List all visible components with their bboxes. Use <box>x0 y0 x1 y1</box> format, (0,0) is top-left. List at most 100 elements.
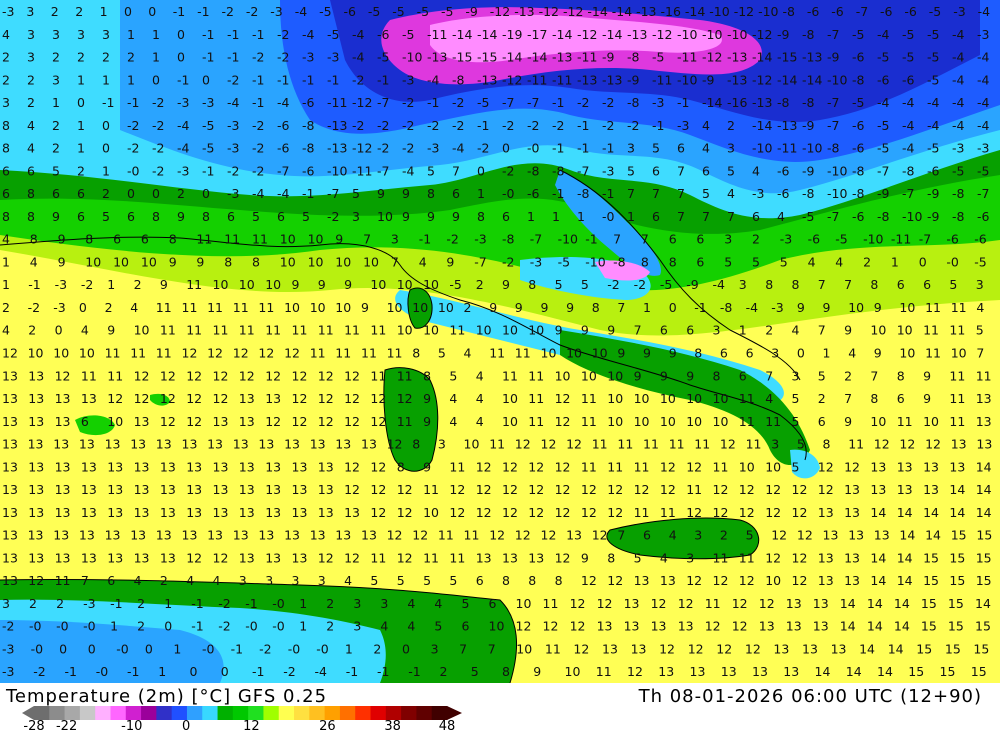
grid-value: 13 <box>134 482 150 497</box>
grid-value: 8 <box>765 277 773 292</box>
grid-value: 13 <box>28 528 44 543</box>
grid-value: 13 <box>81 505 97 520</box>
grid-value: 10 <box>607 391 623 406</box>
grid-value: 8 <box>870 391 878 406</box>
grid-value: -8 <box>627 95 640 110</box>
grid-value: 12 <box>292 414 308 429</box>
grid-value: -11 <box>891 232 911 247</box>
grid-value: 4 <box>449 414 457 429</box>
grid-value: -5 <box>441 4 453 19</box>
grid-value: 4 <box>407 596 415 611</box>
grid-value: 13 <box>284 437 300 452</box>
grid-value: -3 <box>177 163 189 178</box>
grid-value: 3 <box>724 232 732 247</box>
grid-value: 13 <box>186 459 202 474</box>
grid-value: 9 <box>515 300 523 315</box>
grid-value: 11 <box>207 300 223 315</box>
grid-value: -14 <box>452 27 472 42</box>
grid-value: -1 <box>302 186 314 201</box>
grid-value: 12 <box>686 573 702 588</box>
grid-value: 6 <box>897 391 905 406</box>
grid-value: 12 <box>318 550 334 565</box>
grid-value: 13 <box>624 619 640 634</box>
grid-value: 10 <box>53 346 69 361</box>
grid-value: 10 <box>565 664 581 679</box>
grid-value: -8 <box>952 186 965 201</box>
grid-value: 13 <box>134 505 150 520</box>
grid-value: 11 <box>186 277 202 292</box>
grid-value: 4 <box>449 391 457 406</box>
grid-value: 12 <box>213 391 229 406</box>
grid-value: -5 <box>927 27 939 42</box>
grid-value: 13 <box>28 368 44 383</box>
grid-value: 4 <box>835 254 843 269</box>
grid-value: 11 <box>515 346 531 361</box>
grid-value: -10 <box>827 186 847 201</box>
grid-value: 12 <box>543 619 559 634</box>
grid-value: -4 <box>352 50 365 65</box>
grid-value: -2 <box>402 95 414 110</box>
grid-value: -9 <box>686 277 699 292</box>
grid-value: -5 <box>202 141 214 156</box>
grid-value: 10 <box>899 300 915 315</box>
grid-value: 12 <box>2 346 18 361</box>
grid-value: 12 <box>528 459 544 474</box>
grid-value: 13 <box>160 550 176 565</box>
grid-value: -7 <box>327 186 339 201</box>
grid-value: 6 <box>923 277 931 292</box>
grid-value: 12 <box>771 528 787 543</box>
grid-value: -13 <box>327 141 347 156</box>
grid-value: 14 <box>840 619 856 634</box>
grid-value: -4 <box>402 163 415 178</box>
grid-value: -0 <box>96 664 109 679</box>
grid-value: -9 <box>927 209 940 224</box>
grid-value: 10 <box>566 346 582 361</box>
grid-value: 12 <box>344 391 360 406</box>
grid-value: -5 <box>927 72 939 87</box>
grid-value: 13 <box>976 414 992 429</box>
grid-value: -3 <box>771 300 783 315</box>
legend-swatch <box>49 706 66 720</box>
grid-value: 10 <box>280 254 296 269</box>
grid-value: 13 <box>949 459 965 474</box>
grid-value: -6 <box>302 163 315 178</box>
grid-value: -4 <box>902 118 915 133</box>
grid-value: -13 <box>727 50 747 65</box>
grid-value: 12 <box>688 642 704 657</box>
grid-value: 13 <box>813 619 829 634</box>
grid-value: -6 <box>277 141 290 156</box>
grid-value: 5 <box>438 346 446 361</box>
grid-value: 8 <box>2 141 10 156</box>
grid-value: 0 <box>177 27 185 42</box>
grid-value: 10 <box>308 232 324 247</box>
grid-value: 1 <box>527 209 535 224</box>
grid-value: 13 <box>130 437 146 452</box>
grid-value: 13 <box>818 573 834 588</box>
grid-value: -7 <box>577 163 589 178</box>
legend-swatch <box>248 706 264 720</box>
grid-value: 12 <box>370 505 386 520</box>
grid-value: 11 <box>489 346 505 361</box>
grid-value: 11 <box>438 528 454 543</box>
grid-value: 10 <box>438 300 454 315</box>
grid-value: 10 <box>397 277 413 292</box>
grid-value: 11 <box>528 391 544 406</box>
grid-value: 1 <box>299 596 307 611</box>
grid-value: -8 <box>302 118 315 133</box>
grid-value: 11 <box>55 573 71 588</box>
grid-value: -4 <box>877 27 890 42</box>
grid-value: 12 <box>555 414 571 429</box>
grid-value: 11 <box>705 596 721 611</box>
grid-value: -8 <box>577 186 590 201</box>
grid-value: 13 <box>951 437 967 452</box>
grid-value: -8 <box>877 209 890 224</box>
grid-value: 12 <box>265 414 281 429</box>
grid-value: 10 <box>502 391 518 406</box>
grid-value: 10 <box>134 323 150 338</box>
grid-value: -3 <box>177 95 189 110</box>
grid-value: -6 <box>344 4 357 19</box>
grid-value: -1 <box>127 664 139 679</box>
grid-value: 13 <box>265 459 281 474</box>
grid-value: 0 <box>55 323 63 338</box>
grid-value: -6 <box>777 186 790 201</box>
